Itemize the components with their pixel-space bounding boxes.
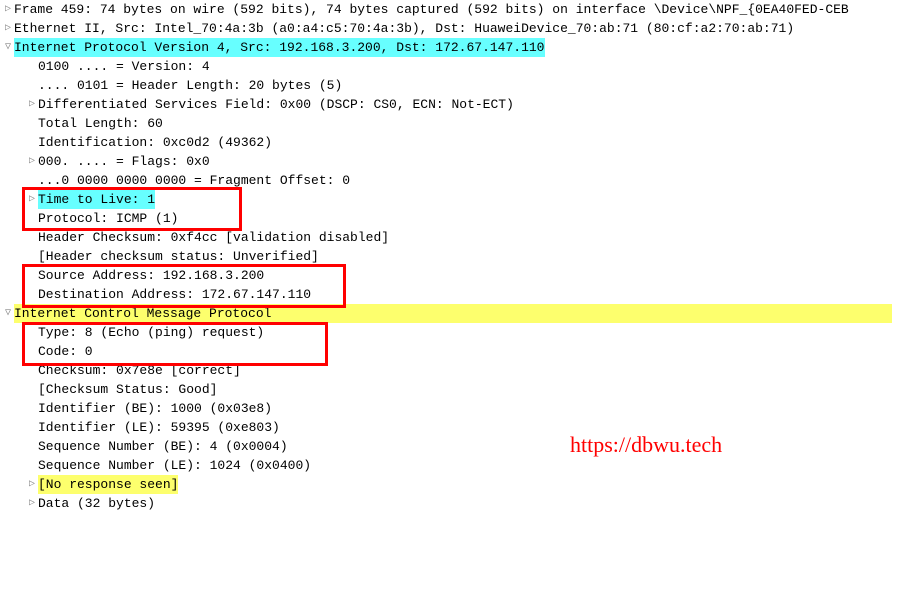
- chevron-down-icon[interactable]: ▽: [2, 304, 14, 323]
- icmp-row[interactable]: ▽ Internet Control Message Protocol: [0, 304, 904, 323]
- chevron-right-icon[interactable]: ▷: [26, 152, 38, 171]
- ethernet-row[interactable]: ▷ Ethernet II, Src: Intel_70:4a:3b (a0:a…: [0, 19, 904, 38]
- icmp-summary: Internet Control Message Protocol: [14, 304, 892, 323]
- icmp-ident-be[interactable]: Identifier (BE): 1000 (0x03e8): [0, 399, 904, 418]
- icmp-checksum[interactable]: Checksum: 0x7e8e [correct]: [0, 361, 904, 380]
- ip-dsfield-row[interactable]: ▷ Differentiated Services Field: 0x00 (D…: [0, 95, 904, 114]
- icmp-ident-le[interactable]: Identifier (LE): 59395 (0xe803): [0, 418, 904, 437]
- ip-protocol[interactable]: Protocol: ICMP (1): [0, 209, 904, 228]
- ethernet-summary: Ethernet II, Src: Intel_70:4a:3b (a0:a4:…: [14, 19, 794, 38]
- ip-flags-row[interactable]: ▷ 000. .... = Flags: 0x0: [0, 152, 904, 171]
- chevron-right-icon[interactable]: ▷: [26, 494, 38, 513]
- frame-summary: Frame 459: 74 bytes on wire (592 bits), …: [14, 0, 849, 19]
- icmp-type[interactable]: Type: 8 (Echo (ping) request): [0, 323, 904, 342]
- ip-ttl: Time to Live: 1: [38, 190, 155, 209]
- chevron-right-icon[interactable]: ▷: [26, 190, 38, 209]
- ip-identification[interactable]: Identification: 0xc0d2 (49362): [0, 133, 904, 152]
- icmp-checksum-status[interactable]: [Checksum Status: Good]: [0, 380, 904, 399]
- ip-summary: Internet Protocol Version 4, Src: 192.16…: [14, 38, 545, 57]
- ip-dsfield: Differentiated Services Field: 0x00 (DSC…: [38, 95, 514, 114]
- ip-flags: 000. .... = Flags: 0x0: [38, 152, 210, 171]
- icmp-no-response: [No response seen]: [38, 475, 178, 494]
- ip-header-length[interactable]: .... 0101 = Header Length: 20 bytes (5): [0, 76, 904, 95]
- chevron-right-icon[interactable]: ▷: [26, 475, 38, 494]
- watermark-text: https://dbwu.tech: [570, 435, 722, 454]
- ip-ttl-row[interactable]: ▷ Time to Live: 1: [0, 190, 904, 209]
- icmp-seq-le[interactable]: Sequence Number (LE): 1024 (0x0400): [0, 456, 904, 475]
- chevron-down-icon[interactable]: ▽: [2, 38, 14, 57]
- icmp-data-row[interactable]: ▷ Data (32 bytes): [0, 494, 904, 513]
- chevron-right-icon[interactable]: ▷: [2, 19, 14, 38]
- ip-total-length[interactable]: Total Length: 60: [0, 114, 904, 133]
- icmp-seq-be[interactable]: Sequence Number (BE): 4 (0x0004): [0, 437, 904, 456]
- frame-row[interactable]: ▷ Frame 459: 74 bytes on wire (592 bits)…: [0, 0, 904, 19]
- chevron-right-icon[interactable]: ▷: [26, 95, 38, 114]
- icmp-code[interactable]: Code: 0: [0, 342, 904, 361]
- ip-src-addr[interactable]: Source Address: 192.168.3.200: [0, 266, 904, 285]
- icmp-noresponse-row[interactable]: ▷ [No response seen]: [0, 475, 904, 494]
- ip-row[interactable]: ▽ Internet Protocol Version 4, Src: 192.…: [0, 38, 904, 57]
- ip-frag-offset[interactable]: ...0 0000 0000 0000 = Fragment Offset: 0: [0, 171, 904, 190]
- ip-version[interactable]: 0100 .... = Version: 4: [0, 57, 904, 76]
- ip-checksum-status[interactable]: [Header checksum status: Unverified]: [0, 247, 904, 266]
- ip-checksum[interactable]: Header Checksum: 0xf4cc [validation disa…: [0, 228, 904, 247]
- ip-dst-addr[interactable]: Destination Address: 172.67.147.110: [0, 285, 904, 304]
- chevron-right-icon[interactable]: ▷: [2, 0, 14, 19]
- icmp-data: Data (32 bytes): [38, 494, 155, 513]
